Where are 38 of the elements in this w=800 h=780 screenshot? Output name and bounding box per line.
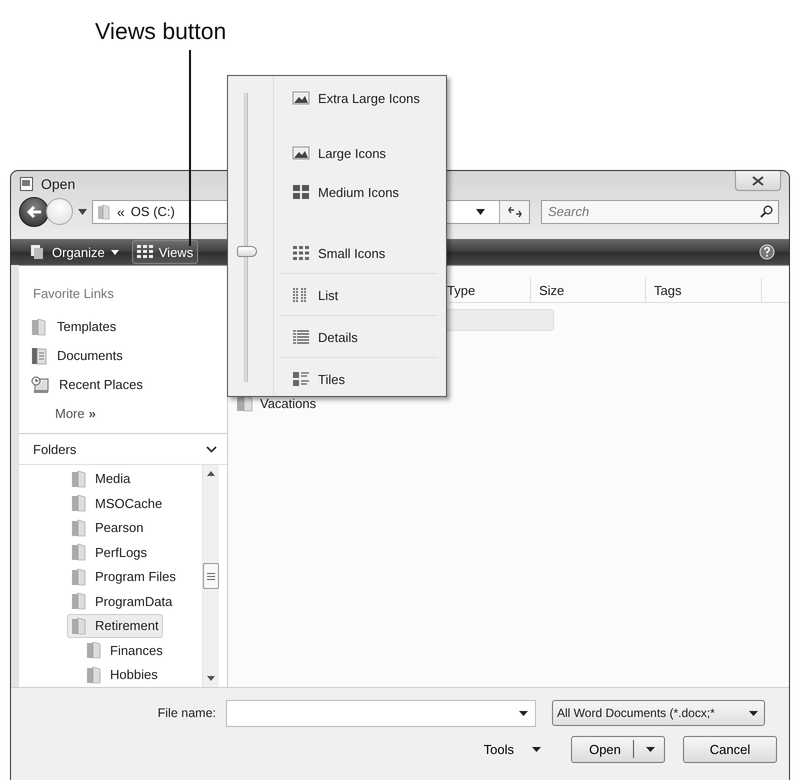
more-link[interactable]: More » (19, 399, 227, 428)
menu-item[interactable]: Details (280, 325, 438, 349)
folder-tree-item[interactable]: Retirement (67, 614, 163, 638)
column-header[interactable]: Tags (646, 278, 762, 302)
column-header[interactable]: Size (531, 278, 646, 302)
folder-tree-item[interactable]: Media (67, 466, 134, 491)
address-path[interactable]: OS (C:) (130, 204, 175, 220)
menu-item[interactable]: Large Icons (280, 141, 438, 165)
section-heading: Folders (33, 442, 76, 457)
menu-item[interactable]: List (280, 283, 438, 307)
favorite-link[interactable]: Templates (19, 312, 227, 342)
folder-tree-item[interactable]: Pearson (67, 516, 148, 540)
favorite-link[interactable]: Recent Places (19, 370, 227, 400)
tools-button[interactable]: Tools (484, 742, 541, 757)
folder-tree-item[interactable]: Hobbies (82, 662, 162, 687)
menu-item[interactable]: Medium Icons (280, 180, 438, 204)
window-title: Open (41, 176, 76, 192)
favorite-link[interactable]: Documents (19, 341, 227, 370)
menu-item[interactable]: Tiles (280, 367, 438, 391)
folder-tree-item[interactable]: Program Files (67, 564, 180, 589)
folder-tree-item[interactable]: Finances (82, 638, 167, 662)
folders-header[interactable]: Folders (19, 433, 227, 466)
menu-item[interactable]: Small Icons (280, 241, 438, 265)
folder-tree-item[interactable]: MSOCache (67, 491, 166, 516)
menu-item[interactable]: Extra Large Icons (280, 86, 438, 110)
file-type-dropdown[interactable]: All Word Documents (*.docx;* (552, 700, 765, 726)
open-button[interactable]: Open (571, 736, 665, 763)
folder-tree-item[interactable]: PerfLogs (67, 540, 152, 564)
cancel-button[interactable]: Cancel (683, 736, 777, 763)
search-field[interactable]: Search (541, 200, 779, 224)
section-heading: Favorite Links (33, 285, 115, 304)
folder-item[interactable]: Vacations (236, 392, 316, 414)
views-button[interactable]: Views (132, 240, 198, 264)
file-name-label: File name: (156, 706, 216, 720)
organize-button[interactable]: Organize (25, 240, 124, 264)
callout-label: Views button (95, 18, 226, 44)
breadcrumb-chevron[interactable]: « (117, 204, 125, 220)
folder-tree-item[interactable]: ProgramData (67, 589, 176, 614)
